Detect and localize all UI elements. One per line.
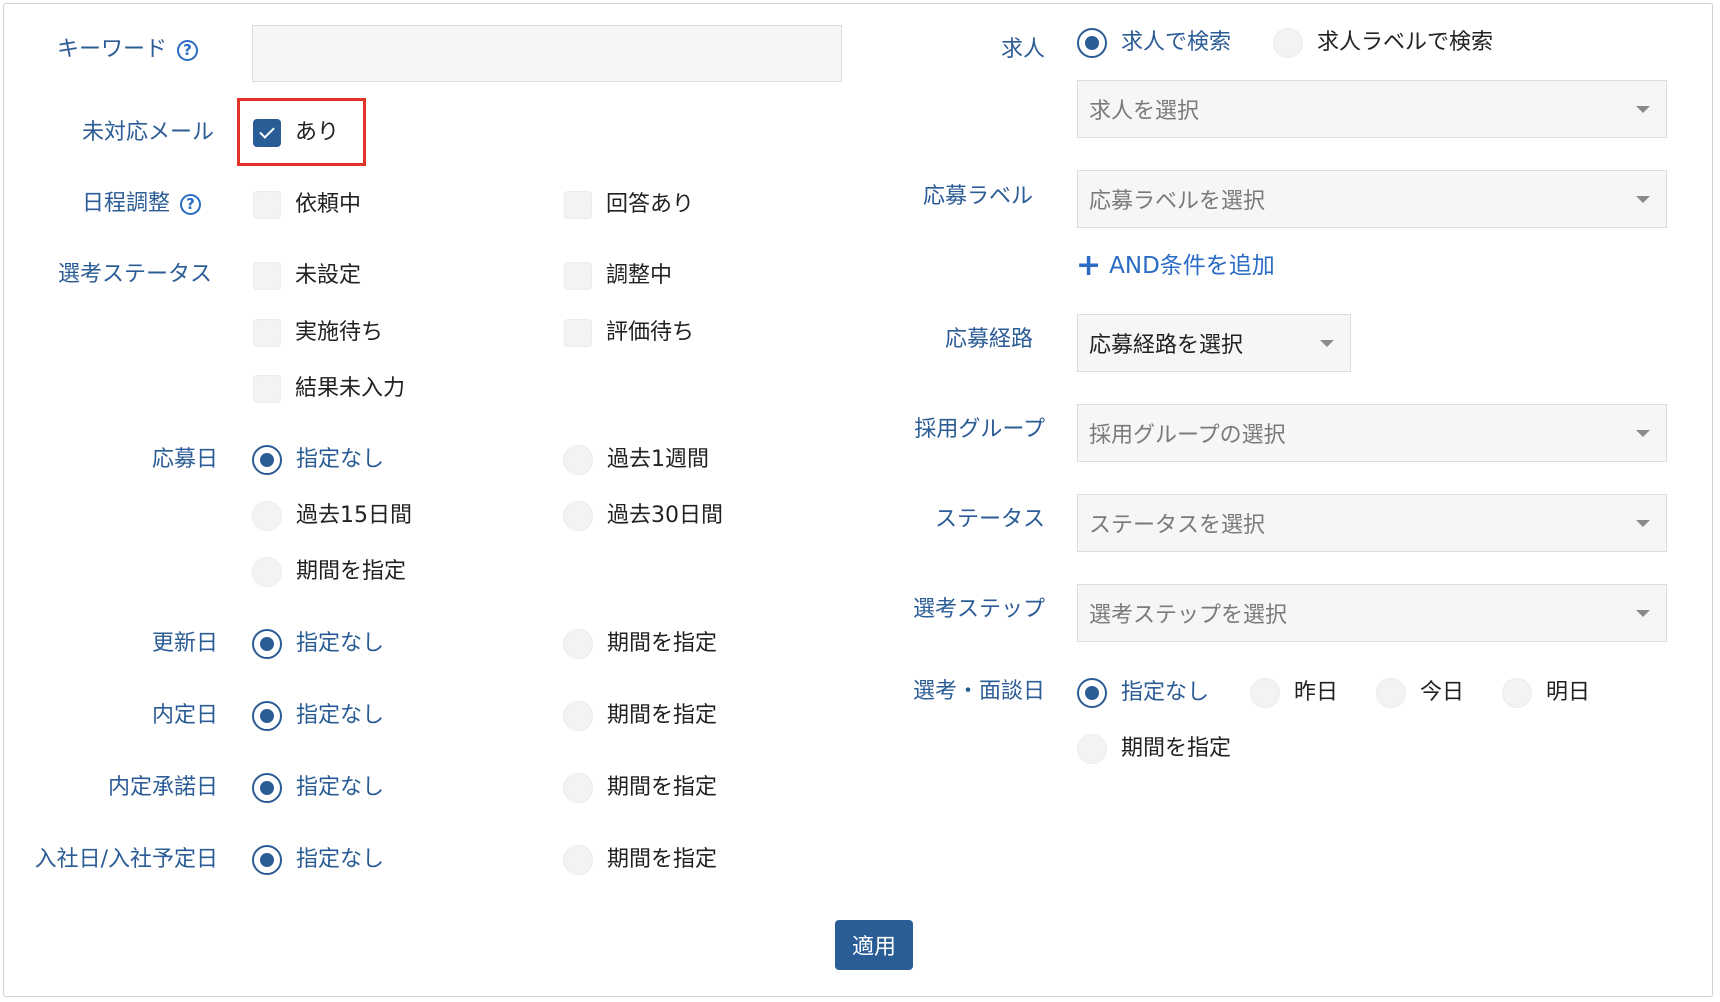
radio-icon[interactable] <box>563 629 593 659</box>
checkbox-icon[interactable] <box>253 262 281 290</box>
radio-selected-icon[interactable] <box>1077 678 1107 708</box>
apply-date-option[interactable]: 指定なし <box>252 443 384 477</box>
offer-date-label: 内定日 <box>151 703 218 728</box>
join-date-label: 入社日/入社予定日 <box>34 847 218 872</box>
highlight-box <box>237 98 366 166</box>
radio-selected-icon[interactable] <box>252 629 282 659</box>
radio-icon[interactable] <box>1502 678 1532 708</box>
selection-status-option[interactable]: 調整中 <box>564 259 672 293</box>
selection-status-option[interactable]: 結果未入力 <box>253 372 405 406</box>
selection-step-label: 選考ステップ <box>912 597 1045 622</box>
interview-date-option[interactable]: 昨日 <box>1250 676 1338 710</box>
radio-icon[interactable] <box>252 557 282 587</box>
checkbox-icon[interactable] <box>253 191 281 219</box>
apply-date-option[interactable]: 期間を指定 <box>252 555 406 589</box>
schedule-option-answered[interactable]: 回答あり <box>564 188 694 222</box>
interview-date-option[interactable]: 今日 <box>1376 676 1464 710</box>
selection-status-option[interactable]: 実施待ち <box>253 316 383 350</box>
selection-status-option[interactable]: 未設定 <box>253 259 361 293</box>
help-icon[interactable]: ? <box>177 40 199 61</box>
schedule-label: 日程調整? <box>82 190 202 218</box>
apply-date-option[interactable]: 過去1週間 <box>563 443 709 477</box>
apply-label-label: 応募ラベル <box>922 184 1033 209</box>
status-label: ステータス <box>934 507 1045 532</box>
radio-selected-icon[interactable] <box>252 701 282 731</box>
join-date-option[interactable]: 指定なし <box>252 843 384 877</box>
hiring-group-select[interactable]: 採用グループの選択 <box>1077 404 1667 462</box>
offer-accept-date-label: 内定承諾日 <box>107 775 218 800</box>
job-label: 求人 <box>1000 37 1045 62</box>
interview-date-label: 選考・面談日 <box>912 679 1045 704</box>
hiring-group-label: 採用グループ <box>914 417 1045 442</box>
apply-label-select[interactable]: 応募ラベルを選択 <box>1077 170 1667 228</box>
help-icon[interactable]: ? <box>180 194 202 215</box>
checkbox-icon[interactable] <box>564 191 592 219</box>
join-date-option[interactable]: 期間を指定 <box>563 843 717 877</box>
plus-icon: + <box>1076 248 1102 283</box>
updated-date-option[interactable]: 期間を指定 <box>563 627 717 661</box>
chevron-down-icon <box>1320 340 1334 347</box>
radio-icon[interactable] <box>563 501 593 531</box>
selection-status-label: 選考ステータス <box>58 262 213 287</box>
radio-icon[interactable] <box>563 445 593 475</box>
add-and-condition-link[interactable]: + AND条件を追加 <box>1076 246 1275 283</box>
radio-icon[interactable] <box>1250 678 1280 708</box>
interview-date-option[interactable]: 明日 <box>1502 676 1590 710</box>
selection-step-select[interactable]: 選考ステップを選択 <box>1077 584 1667 642</box>
updated-date-option[interactable]: 指定なし <box>252 627 384 661</box>
checkbox-icon[interactable] <box>564 262 592 290</box>
unhandled-mail-label: 未対応メール <box>82 120 215 145</box>
checkbox-icon[interactable] <box>564 319 592 347</box>
interview-date-option[interactable]: 期間を指定 <box>1077 732 1231 766</box>
apply-route-label: 応募経路 <box>944 327 1033 352</box>
updated-date-label: 更新日 <box>151 631 218 656</box>
radio-icon[interactable] <box>563 773 593 803</box>
radio-selected-icon[interactable] <box>252 445 282 475</box>
offer-accept-date-option[interactable]: 指定なし <box>252 771 384 805</box>
chevron-down-icon <box>1636 196 1650 203</box>
keyword-label: キーワード? <box>57 36 199 64</box>
status-select[interactable]: ステータスを選択 <box>1077 494 1667 552</box>
radio-icon[interactable] <box>1077 734 1107 764</box>
selection-status-option[interactable]: 評価待ち <box>564 316 694 350</box>
job-label-search-option[interactable]: 求人ラベルで検索 <box>1273 26 1493 60</box>
radio-icon[interactable] <box>1273 28 1303 58</box>
checkbox-icon[interactable] <box>253 375 281 403</box>
job-search-option[interactable]: 求人で検索 <box>1077 26 1231 60</box>
chevron-down-icon <box>1636 520 1650 527</box>
radio-selected-icon[interactable] <box>1077 28 1107 58</box>
radio-selected-icon[interactable] <box>252 845 282 875</box>
interview-date-option[interactable]: 指定なし <box>1077 676 1209 710</box>
apply-route-select[interactable]: 応募経路を選択 <box>1077 314 1351 372</box>
radio-icon[interactable] <box>252 501 282 531</box>
radio-selected-icon[interactable] <box>252 773 282 803</box>
offer-accept-date-option[interactable]: 期間を指定 <box>563 771 717 805</box>
chevron-down-icon <box>1636 610 1650 617</box>
schedule-option-requested[interactable]: 依頼中 <box>253 188 361 222</box>
apply-date-label: 応募日 <box>151 447 218 472</box>
apply-date-option[interactable]: 過去15日間 <box>252 499 412 533</box>
apply-button[interactable]: 適用 <box>835 920 913 970</box>
keyword-input[interactable] <box>252 25 842 82</box>
radio-icon[interactable] <box>1376 678 1406 708</box>
checkbox-icon[interactable] <box>253 319 281 347</box>
offer-date-option[interactable]: 期間を指定 <box>563 699 717 733</box>
offer-date-option[interactable]: 指定なし <box>252 699 384 733</box>
chevron-down-icon <box>1636 430 1650 437</box>
apply-date-option[interactable]: 過去30日間 <box>563 499 723 533</box>
job-select[interactable]: 求人を選択 <box>1077 80 1667 138</box>
radio-icon[interactable] <box>563 845 593 875</box>
chevron-down-icon <box>1636 106 1650 113</box>
radio-icon[interactable] <box>563 701 593 731</box>
